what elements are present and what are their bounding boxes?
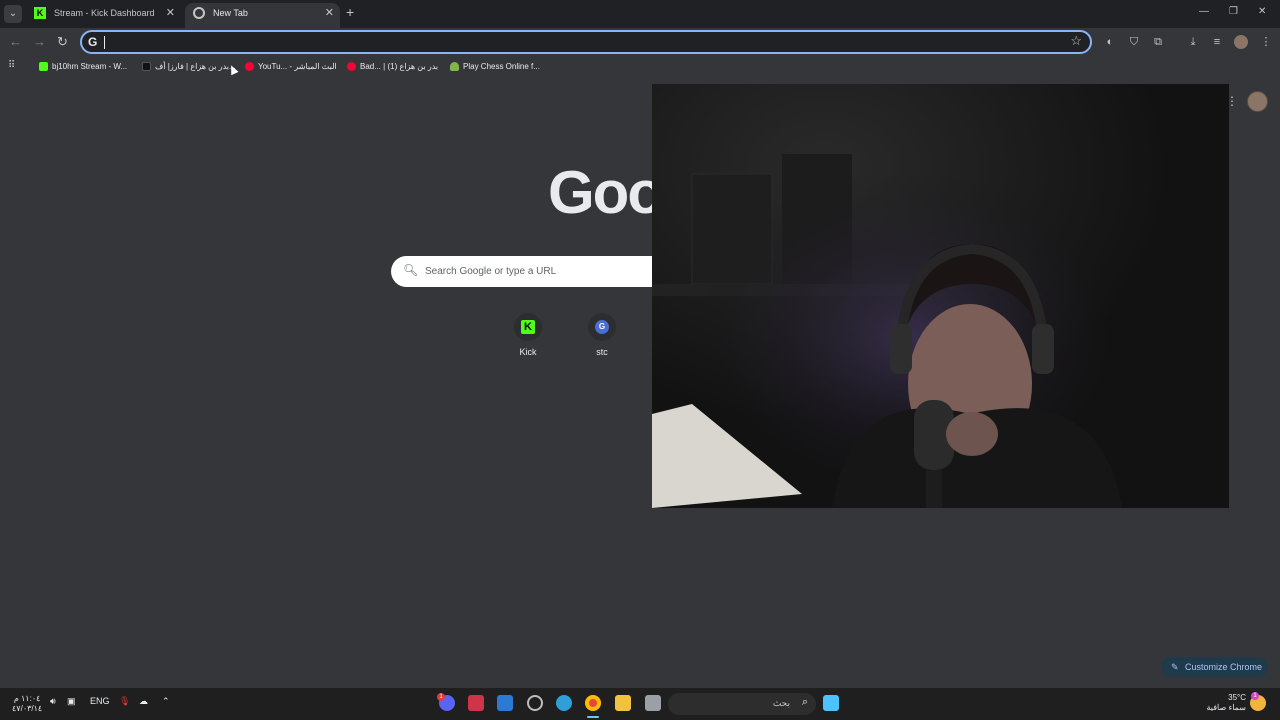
google-g-icon: G (88, 35, 98, 49)
toolbar: ← → ↻ G ☆ ◐ ⛉ ⧉ ⤓ ≡ ⋮ (0, 28, 1280, 56)
avatar[interactable] (1247, 91, 1268, 112)
restore-icon[interactable]: ❐ (1229, 6, 1238, 17)
tiktok-icon (142, 62, 151, 71)
back-icon[interactable]: ← (9, 34, 22, 49)
shortcut-label: Kick (519, 347, 537, 357)
shortcut-stc[interactable]: G stc (574, 313, 630, 357)
google-g-icon: G (595, 320, 609, 334)
bookmark-label: Bad... | بدر بن هزاع (1) (360, 62, 439, 71)
close-window-icon[interactable]: ✕ (1258, 6, 1266, 17)
webcam-overlay (652, 84, 1229, 508)
bookmark-item[interactable]: bj10hm Stream - W... (39, 61, 127, 73)
kick-icon (39, 62, 48, 71)
kick-icon: K (521, 320, 535, 334)
tab-title: New Tab (213, 8, 248, 18)
notification-badge: 1 (1251, 692, 1259, 700)
file-explorer-icon[interactable] (615, 695, 631, 711)
tab-title: Stream - Kick Dashboard (54, 8, 155, 18)
menu-icon[interactable]: ⋮ (1259, 35, 1273, 49)
weather-desc: سماء صافية (1206, 703, 1246, 712)
search-icon: 🔍︎ (403, 263, 419, 277)
chess-pawn-icon (450, 62, 459, 71)
shortcut-tile: G (588, 313, 616, 341)
close-icon[interactable]: ✕ (166, 3, 175, 24)
tab-strip: ⌄ K Stream - Kick Dashboard ✕ New Tab ✕ … (0, 0, 1280, 28)
windows-taskbar: ١١:٠٤ م ٤٧/٠٣/١٤ 🔊︎ ▣ ENG 🎙︎ ☁ ⌃ 1 بحث ⌕… (0, 688, 1280, 720)
ntp-menu-icon[interactable]: ⋮ (1226, 94, 1238, 108)
apps-grid-icon[interactable]: ⠿ (8, 60, 15, 71)
taskbar-search-box[interactable]: بحث ⌕ (668, 693, 816, 715)
search-placeholder: بحث (772, 698, 790, 708)
search-icon: ⌕ (801, 696, 808, 708)
download-icon[interactable]: ⤓ (1186, 35, 1200, 49)
task-view-icon[interactable] (645, 695, 661, 711)
bookmark-label: Play Chess Online f... (463, 62, 540, 71)
minimize-icon[interactable]: — (1199, 6, 1209, 17)
mouse-cursor-icon (227, 63, 239, 76)
tab-kick-dashboard[interactable]: K Stream - Kick Dashboard ✕ (26, 3, 181, 28)
microsoft-store-icon[interactable] (497, 695, 513, 711)
extensions-puzzle-icon[interactable]: ⧉ (1151, 35, 1165, 49)
youtube-icon (245, 62, 254, 71)
search-placeholder: Search Google or type a URL (425, 266, 557, 277)
profile-avatar[interactable] (1234, 35, 1248, 49)
bookmark-label: بدر بن هزاع | فارز| أف... (155, 62, 236, 71)
forward-icon[interactable]: → (33, 34, 46, 49)
clock-date: ٤٧/٠٣/١٤ (12, 704, 43, 713)
text-caret (104, 36, 105, 49)
active-indicator (587, 716, 599, 718)
windows-start-icon[interactable] (823, 695, 839, 711)
bookmark-item[interactable]: بدر بن هزاع | فارز| أف... (142, 61, 236, 73)
bookmarks-bar: ⠿ bj10hm Stream - W... بدر بن هزاع | فار… (0, 56, 1280, 78)
chrome-icon (193, 7, 205, 19)
bookmark-label: YouTu... - البث المباشر (258, 62, 337, 71)
close-icon[interactable]: ✕ (325, 3, 334, 24)
microphone-icon[interactable]: 🎙︎ (119, 696, 130, 707)
onedrive-cloud-icon[interactable]: ☁ (139, 696, 148, 707)
chevron-up-icon[interactable]: ⌃ (162, 696, 170, 707)
clock-time: ١١:٠٤ م (13, 694, 41, 703)
reload-icon[interactable]: ↻ (57, 34, 68, 50)
bookmark-item[interactable]: Bad... | بدر بن هزاع (1) (347, 61, 438, 73)
xbox-icon[interactable] (527, 695, 543, 711)
weather-temp: 35°C (1228, 693, 1246, 702)
chrome-icon[interactable] (585, 695, 601, 711)
bookmark-label: bj10hm Stream - W... (52, 62, 128, 71)
weather-widget[interactable]: 35°C سماء صافية (1206, 693, 1246, 713)
webcam-feed-image (652, 84, 1229, 508)
pencil-icon: ✎ (1171, 662, 1179, 672)
bookmark-star-icon[interactable]: ☆ (1070, 33, 1082, 49)
clock[interactable]: ١١:٠٤ م ٤٧/٠٣/١٤ (12, 694, 42, 714)
language-indicator[interactable]: ENG (90, 696, 110, 706)
google-logo: Goo (548, 159, 664, 226)
edge-icon[interactable] (556, 695, 572, 711)
shortcut-label: stc (596, 347, 608, 357)
notification-badge: 1 (437, 693, 445, 701)
address-bar[interactable]: G ☆ (80, 30, 1092, 54)
network-icon[interactable]: ▣ (67, 696, 76, 707)
youtube-icon (347, 62, 356, 71)
tab-search-button[interactable]: ⌄ (4, 5, 22, 23)
shortcut-tile: K (514, 313, 542, 341)
bookmark-item[interactable]: Play Chess Online f... (450, 61, 540, 73)
volume-icon[interactable]: 🔊︎ (50, 696, 56, 707)
kick-icon: K (34, 7, 46, 19)
tab-new-tab[interactable]: New Tab ✕ (185, 3, 340, 28)
shield-icon[interactable]: ⛉ (1127, 35, 1141, 49)
bookmark-item[interactable]: YouTu... - البث المباشر (245, 61, 337, 73)
new-tab-button[interactable]: + (346, 4, 354, 20)
customize-chrome-button[interactable]: ✎ Customize Chrome (1161, 657, 1268, 677)
media-control-icon[interactable]: ≡ (1210, 35, 1224, 49)
shortcut-kick[interactable]: K Kick (500, 313, 556, 357)
extension-icon[interactable]: ◐ (1103, 35, 1117, 49)
customize-label: Customize Chrome (1185, 662, 1263, 672)
app-red-icon[interactable] (468, 695, 484, 711)
